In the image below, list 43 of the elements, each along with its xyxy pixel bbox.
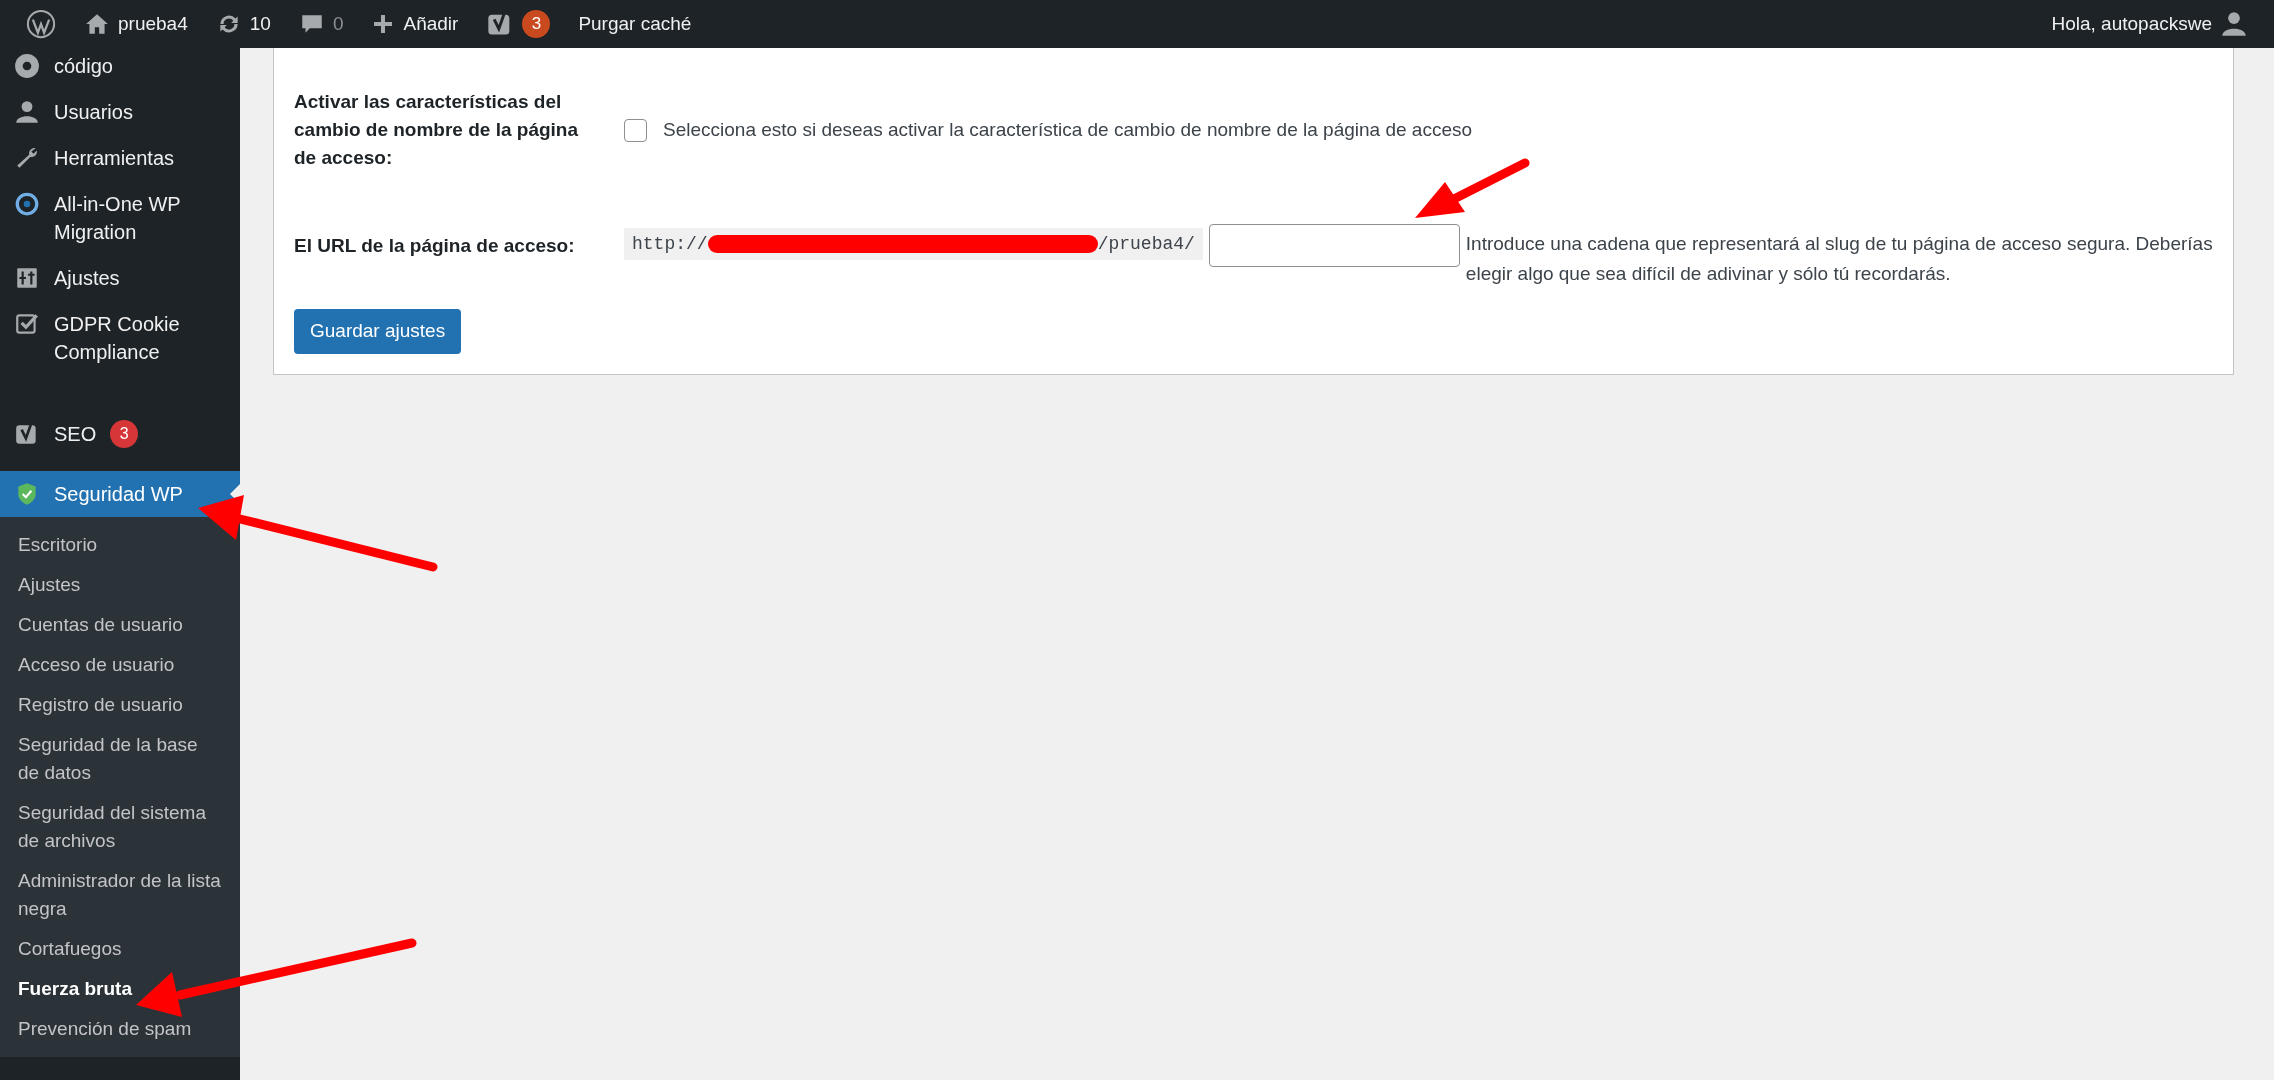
checkbox-icon <box>14 311 40 337</box>
wordpress-logo-icon[interactable] <box>26 9 56 39</box>
sidebar-item[interactable]: código <box>0 48 240 89</box>
submenu-item[interactable]: Prevención de spam <box>0 1009 240 1049</box>
top-bar-link[interactable]: Purgar caché <box>564 0 706 48</box>
sidebar-item[interactable]: Herramientas <box>0 135 240 181</box>
field-label: Activar las características del cambio de nombre de la página de acceso: <box>294 90 579 170</box>
sidebar-item[interactable]: Ajustes <box>0 255 240 301</box>
submenu-item[interactable]: Escritorio <box>0 525 240 565</box>
sidebar-item[interactable]: GDPR Cookie Compliance <box>0 301 240 375</box>
sidebar-item[interactable]: Usuarios <box>0 89 240 135</box>
notification-badge: 3 <box>522 10 551 38</box>
updates-link[interactable]: 10 <box>201 0 285 48</box>
wrench-icon <box>14 145 40 171</box>
sidebar-item[interactable]: Seguridad WP <box>0 471 240 517</box>
url-text: /prueba4/ <box>1097 233 1195 256</box>
gear-icon <box>14 53 40 79</box>
sidebar-item[interactable]: SEO 3 <box>0 411 240 457</box>
notification-badge: 3 <box>110 420 139 448</box>
submenu-item[interactable]: Ajustes <box>0 565 240 605</box>
submenu-item[interactable]: Cuentas de usuario <box>0 605 240 645</box>
sliders-icon <box>14 265 40 291</box>
new-link[interactable]: Añadir <box>357 0 473 48</box>
url-text: http:// <box>632 233 708 256</box>
submenu-item[interactable]: Seguridad de la base de datos <box>0 725 240 793</box>
checkbox-label: Selecciona esto si deseas activar la característica de cambio de nombre de la página de acceso <box>663 118 1472 142</box>
field-label: El URL de la página de acceso: <box>294 234 576 258</box>
slug-input-field[interactable] <box>1208 224 1460 267</box>
submenu-item[interactable]: Cortafuegos <box>0 929 240 969</box>
user-avatar-icon <box>2220 10 2248 38</box>
field-description: Introduce una cadena que representará al slug de tu página de acceso segura. Deberías elegir algo que sea difícil de adivinar y sólo tú recordarás. <box>1465 232 2213 286</box>
submenu-item[interactable]: Fuerza bruta <box>0 969 240 1009</box>
account-link[interactable]: Hola, autopackswe <box>2037 0 2262 48</box>
submenu-item[interactable]: Acceso de usuario <box>0 645 240 685</box>
checkbox[interactable] <box>624 118 647 142</box>
user-icon <box>14 99 40 125</box>
ring-icon <box>14 191 40 217</box>
sidebar-item[interactable]: All-in-One WP Migration <box>0 181 240 255</box>
site-link[interactable]: prueba4 <box>70 0 202 48</box>
submenu-item[interactable]: Seguridad del sistema de archivos <box>0 793 240 861</box>
submenu-item[interactable]: Administrador de la lista negra <box>0 861 240 929</box>
submenu-item[interactable]: Registro de usuario <box>0 685 240 725</box>
save-button[interactable]: Guardar ajustes <box>294 309 462 354</box>
